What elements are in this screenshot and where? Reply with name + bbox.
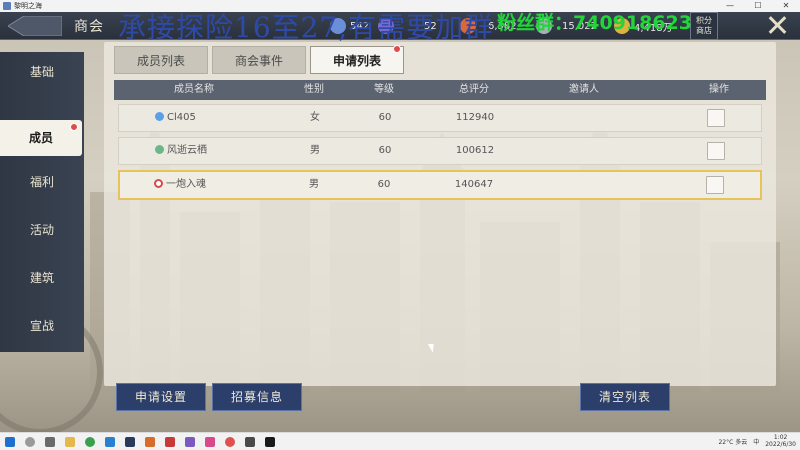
tab-member-list[interactable]: 成员列表 xyxy=(114,46,208,74)
level-cell: 60 xyxy=(378,145,392,156)
app-icon-3[interactable] xyxy=(145,436,155,447)
main-panel: 成员列表 商会事件 申请列表 成员名称 性别 等级 总评分 邀请人 操作 Cl4… xyxy=(104,42,776,386)
gender-cell: 男 xyxy=(310,145,320,156)
app-icon-4[interactable] xyxy=(165,436,175,447)
leaf-icon xyxy=(155,145,164,154)
page-title: 商会 xyxy=(74,19,104,35)
search-icon[interactable] xyxy=(25,436,35,447)
row-action-checkbox[interactable] xyxy=(706,176,724,194)
ime-indicator[interactable]: 中 xyxy=(753,437,759,446)
sidebar-item-members[interactable]: 成员 xyxy=(0,120,82,156)
row-action-checkbox[interactable] xyxy=(707,109,725,127)
column-header-level: 等级 xyxy=(374,84,394,95)
column-header-name: 成员名称 xyxy=(174,84,214,95)
chrome-icon[interactable] xyxy=(85,436,95,447)
clock[interactable]: 1:02 2022/6/30 xyxy=(765,434,796,448)
sidebar: 基础 成员 福利 活动 建筑 宣战 xyxy=(0,52,84,352)
member-name-cell: 一炮入魂 xyxy=(154,172,264,198)
taskbar: 22°C 多云 中 1:02 2022/6/30 xyxy=(0,432,800,450)
gender-cell: 女 xyxy=(310,112,320,123)
close-window-button[interactable]: ✕ xyxy=(772,0,800,12)
table-row[interactable]: Cl405 女 60 112940 xyxy=(118,104,762,132)
row-action-checkbox[interactable] xyxy=(707,142,725,160)
table-row[interactable]: 风逝云栖 男 60 100612 xyxy=(118,137,762,165)
app-icon-8[interactable] xyxy=(245,436,255,447)
sidebar-item-welfare[interactable]: 福利 xyxy=(0,164,84,200)
score-cell: 140647 xyxy=(454,179,494,190)
minimize-button[interactable]: — xyxy=(716,0,744,12)
maximize-button[interactable]: ☐ xyxy=(744,0,772,12)
tab-guild-events[interactable]: 商会事件 xyxy=(212,46,306,74)
level-cell: 60 xyxy=(378,112,392,123)
sidebar-item-building[interactable]: 建筑 xyxy=(0,260,84,296)
no-entry-icon xyxy=(154,179,163,188)
column-header-action: 操作 xyxy=(709,84,729,95)
column-header-inviter: 邀请人 xyxy=(569,84,599,95)
gender-cell: 男 xyxy=(309,179,319,190)
app-icon-6[interactable] xyxy=(205,436,215,447)
apply-settings-button[interactable]: 申请设置 xyxy=(116,383,206,411)
window-title: 黎明之海 xyxy=(14,2,42,10)
level-cell: 60 xyxy=(377,179,391,190)
system-tray: 22°C 多云 中 1:02 2022/6/30 xyxy=(712,434,796,448)
windows-start-icon[interactable] xyxy=(5,436,15,447)
app-icon xyxy=(3,2,11,10)
back-arrow-icon[interactable] xyxy=(8,16,62,36)
tab-label: 申请列表 xyxy=(332,54,381,68)
app-icon-5[interactable] xyxy=(185,436,195,447)
fans-group-watermark: 粉丝群：740918623 xyxy=(497,12,692,34)
app-icon-9[interactable] xyxy=(265,436,275,447)
recruit-info-button[interactable]: 招募信息 xyxy=(212,383,302,411)
column-header-score: 总评分 xyxy=(459,84,489,95)
table-row-selected[interactable]: 一炮入魂 男 60 140647 xyxy=(118,170,762,200)
points-shop-button[interactable]: 积分 商店 xyxy=(690,12,718,40)
weather-status[interactable]: 22°C 多云 xyxy=(718,437,747,446)
app-icon-2[interactable] xyxy=(125,436,135,447)
clear-list-button[interactable]: 清空列表 xyxy=(580,383,670,411)
game-viewport: 商会 542 52 6,382 15,022 4,418万 积分 商店 承接探险… xyxy=(0,12,800,432)
notification-dot xyxy=(70,123,78,131)
score-cell: 100612 xyxy=(455,145,495,156)
app-icon-1[interactable] xyxy=(105,436,115,447)
column-header-gender: 性别 xyxy=(304,84,324,95)
task-view-icon[interactable] xyxy=(45,436,55,447)
water-drop-icon xyxy=(155,112,164,121)
sidebar-item-war[interactable]: 宣战 xyxy=(0,308,84,344)
top-bar: 商会 542 52 6,382 15,022 4,418万 积分 商店 承接探险… xyxy=(0,12,800,44)
table-header: 成员名称 性别 等级 总评分 邀请人 操作 xyxy=(114,80,766,100)
sidebar-item-basic[interactable]: 基础 xyxy=(0,54,84,90)
notification-dot xyxy=(393,45,401,53)
sidebar-item-activity[interactable]: 活动 xyxy=(0,212,84,248)
window-titlebar: 黎明之海 — ☐ ✕ xyxy=(0,0,800,12)
file-explorer-icon[interactable] xyxy=(65,436,75,447)
sidebar-item-label: 成员 xyxy=(28,131,53,145)
stream-watermark: 承接探险16至27,有需要加群 xyxy=(118,12,494,44)
score-cell: 112940 xyxy=(455,112,495,123)
member-name-cell: Cl405 xyxy=(155,105,265,131)
member-name-cell: 风逝云栖 xyxy=(155,138,265,164)
tab-application-list[interactable]: 申请列表 xyxy=(310,45,404,74)
close-icon[interactable] xyxy=(766,14,788,36)
window-controls: — ☐ ✕ xyxy=(716,0,800,12)
app-icon-7[interactable] xyxy=(225,436,235,447)
